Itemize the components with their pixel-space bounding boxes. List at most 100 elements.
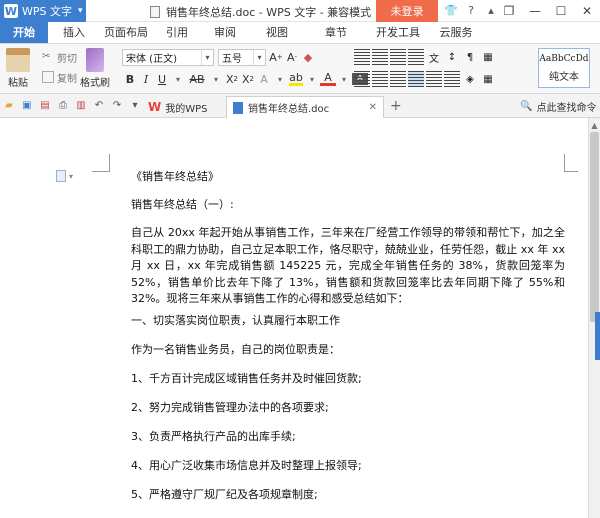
line-spacing-icon[interactable] bbox=[444, 71, 460, 87]
doc-list-item: 3、负责严格执行产品的出库手续; bbox=[131, 430, 296, 443]
app-menu-button[interactable]: W WPS 文字 ▾ bbox=[0, 0, 86, 22]
align-center-icon[interactable] bbox=[372, 71, 388, 87]
find-command-input[interactable]: 点此查找命令 bbox=[536, 99, 596, 114]
table-icon[interactable]: ▦ bbox=[480, 49, 496, 65]
doc-heading: 一、切实落实岗位职责，认真履行本职工作 bbox=[131, 314, 340, 327]
print-preview-icon[interactable]: ▥ bbox=[74, 98, 88, 112]
tab-cloud[interactable]: 云服务 bbox=[430, 21, 482, 43]
doc-icon bbox=[233, 101, 243, 114]
quick-access-more-icon[interactable]: ▾ bbox=[128, 98, 142, 112]
format-painter-button[interactable]: 格式刷 bbox=[80, 48, 110, 89]
minimize-icon[interactable]: — bbox=[522, 0, 548, 22]
close-icon[interactable]: ✕ bbox=[574, 0, 600, 22]
chevron-down-icon[interactable]: ▾ bbox=[272, 70, 288, 88]
undo-icon[interactable]: ↶ bbox=[92, 98, 106, 112]
italic-icon[interactable]: I bbox=[138, 70, 154, 88]
paste-button[interactable]: 粘贴 bbox=[6, 48, 30, 89]
align-left-icon[interactable] bbox=[354, 71, 370, 87]
chevron-down-icon: ▾ bbox=[69, 171, 74, 181]
save-icon[interactable]: ▣ bbox=[20, 98, 34, 112]
superscript-icon[interactable]: X2 bbox=[224, 70, 240, 88]
border-icon[interactable]: ▦ bbox=[480, 71, 496, 87]
export-pdf-icon[interactable]: ▤ bbox=[38, 98, 52, 112]
distribute-icon[interactable] bbox=[426, 71, 442, 87]
tab-my-wps[interactable]: W 我的WPS bbox=[142, 96, 224, 118]
font-name-select[interactable]: 宋体 (正文) ▾ bbox=[122, 49, 214, 66]
doc-title: 《销售年终总结》 bbox=[131, 170, 219, 183]
vertical-scrollbar[interactable]: ▲ bbox=[588, 118, 600, 518]
copy-button[interactable]: 复制 bbox=[42, 67, 77, 87]
style-plain-text[interactable]: AaBbCcDd 纯文本 bbox=[538, 48, 590, 88]
chevron-down-icon[interactable]: ▾ bbox=[336, 70, 352, 88]
skin-icon[interactable]: 👕 bbox=[444, 3, 458, 17]
doc-paragraph: 作为一名销售业务员，自己的岗位职责是： bbox=[131, 343, 340, 356]
bullet-list-icon[interactable] bbox=[354, 49, 370, 65]
align-right-icon[interactable] bbox=[390, 71, 406, 87]
redo-icon[interactable]: ↷ bbox=[110, 98, 124, 112]
restore-icon[interactable]: ❐ bbox=[496, 0, 522, 22]
font-size-select[interactable]: 五号 ▾ bbox=[218, 49, 266, 66]
doc-list-item: 5、严格遵守厂规厂纪及各项规章制度; bbox=[131, 488, 318, 501]
tab-home[interactable]: 开始 bbox=[0, 21, 48, 43]
wps-logo-icon: W bbox=[4, 4, 18, 18]
chinese-layout-icon[interactable]: 文 bbox=[426, 49, 442, 65]
tab-references[interactable]: 引用 bbox=[152, 21, 202, 43]
shrink-font-icon[interactable]: A- bbox=[284, 48, 300, 66]
chevron-down-icon: ▾ bbox=[253, 50, 265, 65]
grow-font-icon[interactable]: A + bbox=[268, 48, 284, 66]
underline-icon[interactable]: U bbox=[154, 70, 170, 88]
doc-paragraph: 自己从 20xx 年起开始从事销售工作，三年来在厂经营工作领导的带领和帮忙下，加… bbox=[131, 226, 565, 305]
tab-chapter[interactable]: 章节 bbox=[306, 21, 366, 43]
window-title: 销售年终总结.doc - WPS 文字 - 兼容模式 bbox=[150, 4, 371, 20]
new-tab-icon[interactable]: + bbox=[390, 98, 402, 114]
help-icon[interactable]: ? bbox=[464, 3, 478, 17]
tab-view[interactable]: 视图 bbox=[248, 21, 306, 43]
ribbon: 粘贴 ✂ 剪切 复制 格式刷 宋体 (正文) ▾ 五号 ▾ A + A- ◆ B … bbox=[0, 44, 600, 94]
bold-icon[interactable]: B bbox=[122, 70, 138, 88]
app-name: WPS 文字 bbox=[22, 5, 72, 18]
side-panel-handle[interactable] bbox=[595, 312, 600, 360]
login-button[interactable]: 未登录 bbox=[376, 0, 438, 22]
search-icon[interactable]: 🔍 bbox=[520, 101, 532, 112]
scissors-icon: ✂ bbox=[42, 51, 51, 62]
doc-list-item: 4、用心广泛收集市场信息并及时整理上报领导; bbox=[131, 459, 362, 472]
highlight-icon[interactable]: ab bbox=[288, 70, 304, 88]
title-bar: W WPS 文字 ▾ 销售年终总结.doc - WPS 文字 - 兼容模式 未登… bbox=[0, 0, 600, 22]
document-area[interactable]: ▾ 《销售年终总结》 销售年终总结（一）: 自己从 20xx 年起开始从事销售工… bbox=[0, 118, 588, 518]
cut-button[interactable]: ✂ 剪切 bbox=[42, 47, 77, 67]
margin-mark bbox=[92, 154, 110, 172]
tab-insert[interactable]: 插入 bbox=[48, 21, 100, 43]
close-tab-icon[interactable]: ✕ bbox=[369, 102, 377, 113]
font-color-icon[interactable]: A bbox=[320, 70, 336, 88]
justify-icon[interactable] bbox=[408, 71, 424, 87]
chevron-down-icon[interactable]: ▾ bbox=[304, 70, 320, 88]
document-tab-bar: ▰ ▣ ▤ ⎙ ▥ ↶ ↷ ▾ W 我的WPS 销售年终总结.doc ✕ + 🔍… bbox=[0, 94, 600, 118]
chevron-down-icon[interactable]: ▾ bbox=[170, 70, 186, 88]
paste-icon bbox=[6, 48, 30, 72]
tab-review[interactable]: 审阅 bbox=[202, 21, 248, 43]
maximize-icon[interactable]: ☐ bbox=[548, 0, 574, 22]
open-icon[interactable]: ▰ bbox=[2, 98, 16, 112]
tab-document[interactable]: 销售年终总结.doc ✕ bbox=[226, 96, 384, 118]
paragraph-menu[interactable]: ▾ bbox=[56, 170, 73, 182]
tab-page-layout[interactable]: 页面布局 bbox=[100, 21, 152, 43]
shading-icon[interactable]: ◈ bbox=[462, 71, 478, 87]
doc-icon bbox=[150, 6, 160, 18]
format-painter-icon bbox=[86, 48, 104, 72]
doc-paragraph: 销售年终总结（一）: bbox=[131, 198, 234, 211]
chevron-down-icon[interactable]: ▾ bbox=[208, 70, 224, 88]
tab-developer[interactable]: 开发工具 bbox=[366, 21, 430, 43]
sort-icon[interactable]: ↕ bbox=[444, 49, 460, 65]
outdent-icon[interactable] bbox=[390, 49, 406, 65]
scrollbar-thumb[interactable] bbox=[590, 132, 599, 322]
subscript-icon[interactable]: X2 bbox=[240, 70, 256, 88]
print-icon[interactable]: ⎙ bbox=[56, 98, 70, 112]
scroll-up-icon[interactable]: ▲ bbox=[589, 118, 600, 132]
show-marks-icon[interactable]: ¶ bbox=[462, 49, 478, 65]
page-icon bbox=[56, 170, 66, 182]
text-effect-icon[interactable]: A bbox=[256, 70, 272, 88]
clear-format-icon[interactable]: ◆ bbox=[300, 48, 316, 66]
strikethrough-icon[interactable]: AB bbox=[186, 70, 208, 88]
numbered-list-icon[interactable] bbox=[372, 49, 388, 65]
indent-icon[interactable] bbox=[408, 49, 424, 65]
